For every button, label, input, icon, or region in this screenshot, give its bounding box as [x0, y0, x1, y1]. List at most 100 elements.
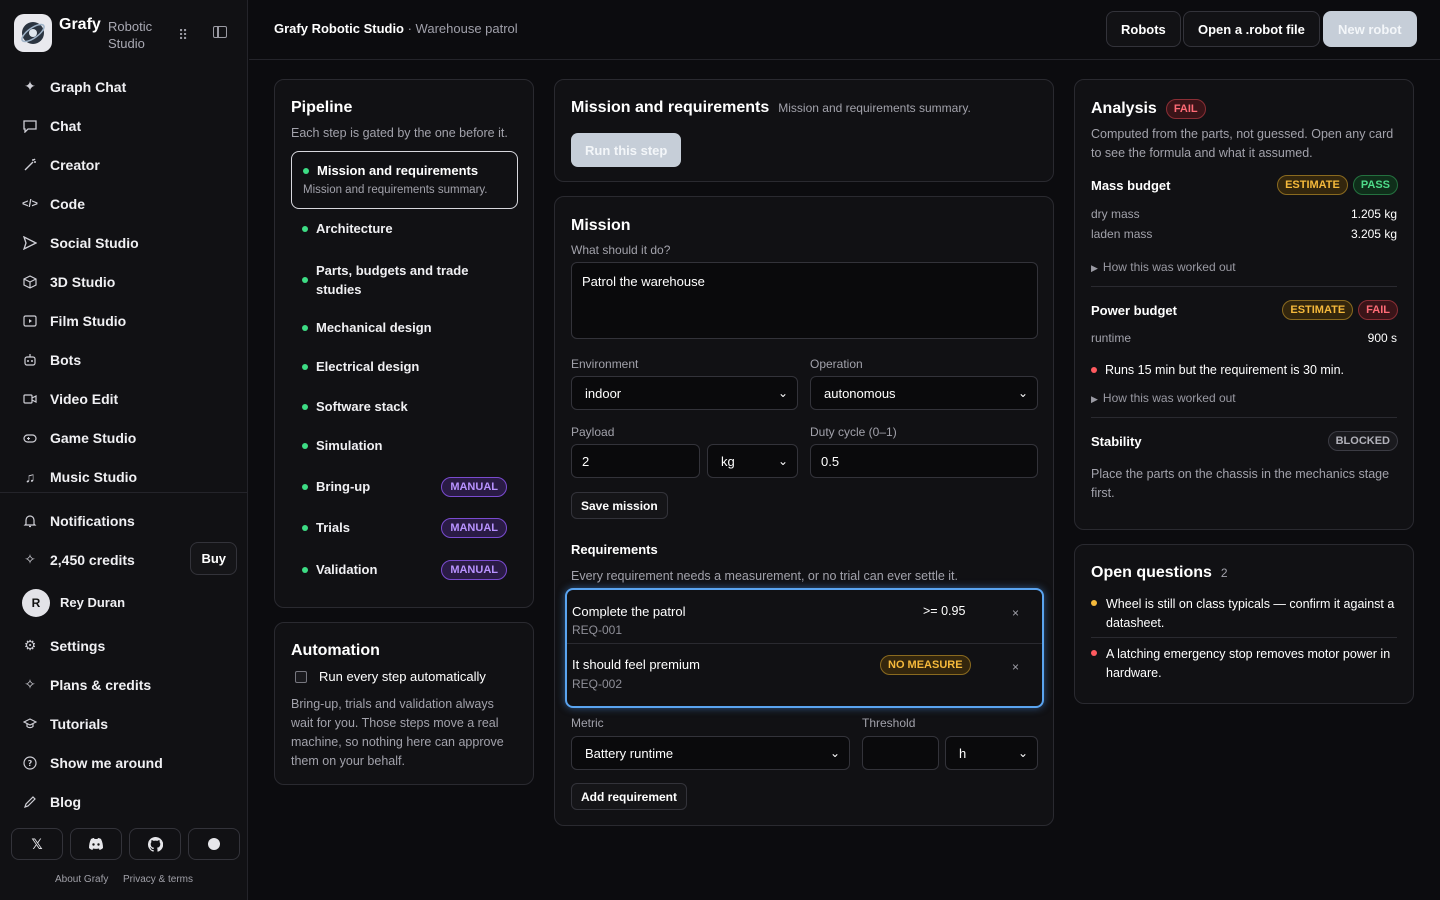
sparkle-icon: ✧: [24, 551, 36, 567]
sidebar-toggle-icon[interactable]: [213, 26, 227, 38]
active-step[interactable]: Mission and requirements Mission and req…: [291, 151, 518, 209]
step-electrical[interactable]: Electrical design: [291, 359, 517, 374]
threshold-unit-value: h: [959, 745, 967, 761]
step-label: Electrical design: [316, 359, 420, 374]
circle-icon[interactable]: [188, 828, 240, 860]
about-link[interactable]: About Grafy: [55, 874, 108, 885]
social-links: 𝕏: [11, 828, 240, 860]
environment-select[interactable]: indoor ⌄: [571, 376, 798, 410]
mission-textarea[interactable]: Patrol the warehouse: [571, 262, 1038, 339]
save-mission-button[interactable]: Save mission: [571, 492, 668, 519]
payload-input[interactable]: 2: [571, 444, 700, 478]
question-item[interactable]: Wheel is still on class typicals — confi…: [1091, 595, 1401, 633]
breadcrumb-app[interactable]: Grafy Robotic Studio: [274, 21, 404, 36]
robots-button[interactable]: Robots: [1106, 11, 1181, 47]
nav-plans-credits[interactable]: ✧ Plans & credits: [0, 665, 248, 704]
nav-creator[interactable]: Creator: [0, 145, 248, 184]
nav-label: Film Studio: [50, 312, 127, 329]
nav-show-me-around[interactable]: ? Show me around: [0, 743, 248, 782]
remove-requirement-icon[interactable]: ×: [1012, 606, 1019, 620]
main-nav: ✦ Graph Chat Chat Creator </> Code Social …: [0, 67, 248, 496]
nav-3d-studio[interactable]: 3D Studio: [0, 262, 248, 301]
step-summary: Mission and requirements summary.: [778, 101, 971, 115]
runtime-label: runtime: [1091, 331, 1132, 345]
duty-cycle-input[interactable]: 0.5: [810, 444, 1038, 478]
nav-notifications[interactable]: Notifications: [0, 501, 248, 540]
operation-select[interactable]: autonomous ⌄: [810, 376, 1038, 410]
breadcrumb-page: · Warehouse patrol: [404, 21, 518, 36]
cap-icon: [22, 716, 38, 732]
avatar: R: [22, 588, 50, 617]
step-label: Parts, budgets and trade studies: [316, 263, 469, 297]
remove-requirement-icon[interactable]: ×: [1012, 660, 1019, 674]
threshold-input[interactable]: [862, 736, 939, 770]
apps-grid-icon[interactable]: ⠿: [178, 27, 188, 44]
nav-label: Creator: [50, 156, 100, 173]
pipeline-card: Pipeline Each step is gated by the one b…: [274, 79, 534, 608]
threshold-unit-select[interactable]: h ⌄: [945, 736, 1038, 770]
nav-music-studio[interactable]: ♫ Music Studio: [0, 457, 248, 496]
nav-chat[interactable]: Chat: [0, 106, 248, 145]
laden-mass-label: laden mass: [1091, 227, 1153, 241]
user-profile[interactable]: R Rey Duran: [0, 579, 248, 626]
nav-bots[interactable]: Bots: [0, 340, 248, 379]
step-parts-budgets[interactable]: Parts, budgets and trade studies: [291, 261, 517, 299]
buy-credits-button[interactable]: Buy: [190, 542, 237, 575]
nav-social-studio[interactable]: Social Studio: [0, 223, 248, 262]
nav-settings[interactable]: ⚙ Settings: [0, 626, 248, 665]
step-label: Trials: [316, 520, 350, 535]
manual-badge: MANUAL: [441, 560, 507, 580]
run-step-button[interactable]: Run this step: [571, 133, 682, 167]
open-robot-file-button[interactable]: Open a .robot file: [1183, 11, 1320, 47]
x-icon[interactable]: 𝕏: [11, 828, 63, 860]
payload-unit-select[interactable]: kg ⌄: [707, 444, 798, 478]
automation-note: Bring-up, trials and validation always w…: [291, 697, 504, 768]
step-software[interactable]: Software stack: [291, 399, 517, 414]
topbar: Grafy Robotic Studio · Warehouse patrol …: [249, 0, 1440, 60]
step-status-dot: [302, 524, 308, 531]
question-dot: [1091, 600, 1097, 606]
dry-mass-row: dry mass 1.205 kg: [1091, 207, 1397, 221]
estimate-badge: ESTIMATE: [1282, 300, 1354, 320]
privacy-link[interactable]: Privacy & terms: [123, 874, 193, 885]
step-label: Bring-up: [316, 479, 371, 494]
nav-game-studio[interactable]: Game Studio: [0, 418, 248, 457]
brand[interactable]: Grafy Robotic Studio: [14, 14, 152, 52]
nav-film-studio[interactable]: Film Studio: [0, 301, 248, 340]
requirement-row[interactable]: Complete the patrol REQ-001 >= 0.95 ×: [567, 590, 1042, 644]
step-mechanical[interactable]: Mechanical design: [291, 320, 517, 335]
nav-label: Notifications: [50, 512, 135, 529]
nav-blog[interactable]: Blog: [0, 782, 248, 821]
analysis-card: Analysis FAIL Computed from the parts, n…: [1074, 79, 1414, 530]
step-label: Validation: [316, 562, 378, 577]
runtime-row: runtime 900 s: [1091, 331, 1397, 345]
nav-graph-chat[interactable]: ✦ Graph Chat: [0, 67, 248, 106]
github-icon[interactable]: [129, 828, 181, 860]
step-architecture[interactable]: Architecture: [291, 221, 517, 236]
sparkle-icon: ✧: [24, 676, 36, 692]
laden-mass-row: laden mass 3.205 kg: [1091, 227, 1397, 241]
account-nav: Notifications ✧ 2,450 credits Buy R Rey Dur…: [0, 501, 248, 821]
divider: [1091, 286, 1397, 287]
nav-video-edit[interactable]: Video Edit: [0, 379, 248, 418]
step-simulation[interactable]: Simulation: [291, 438, 517, 453]
step-status-dot: [302, 483, 308, 490]
metric-select[interactable]: Battery runtime ⌄: [571, 736, 850, 770]
pen-icon: [22, 794, 38, 810]
nav-code[interactable]: </> Code: [0, 184, 248, 223]
breadcrumb: Grafy Robotic Studio · Warehouse patrol: [274, 21, 518, 36]
question-item[interactable]: A latching emergency stop removes motor …: [1091, 645, 1401, 683]
mass-how-toggle[interactable]: ▶ How this was worked out: [1091, 260, 1236, 274]
add-requirement-button[interactable]: Add requirement: [571, 783, 688, 810]
user-name: Rey Duran: [60, 595, 126, 610]
power-how-toggle[interactable]: ▶ How this was worked out: [1091, 391, 1236, 405]
new-robot-button[interactable]: New robot: [1323, 11, 1417, 47]
auto-run-checkbox[interactable]: [295, 670, 307, 683]
discord-icon[interactable]: [70, 828, 122, 860]
requirement-row[interactable]: It should feel premium REQ-002 NO MEASUR…: [567, 645, 1042, 705]
step-status-dot: [302, 442, 308, 449]
nav-label: Plans & credits: [50, 676, 152, 693]
no-measure-badge: NO MEASURE: [880, 655, 971, 675]
auto-run-label[interactable]: Run every step automatically: [319, 669, 486, 684]
nav-tutorials[interactable]: Tutorials: [0, 704, 248, 743]
